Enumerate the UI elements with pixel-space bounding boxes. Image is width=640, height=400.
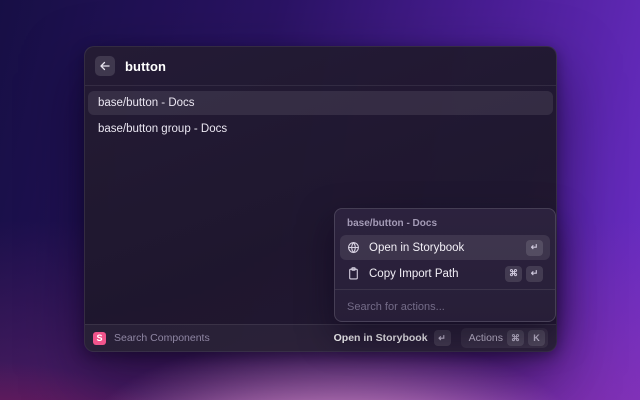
open-in-storybook-label[interactable]: Open in Storybook <box>334 332 428 344</box>
actions-button[interactable]: Actions ⌘ K <box>461 328 548 348</box>
result-row-base-button[interactable]: base/button - Docs <box>88 91 553 115</box>
search-header <box>85 47 556 86</box>
actions-popup-title: base/button - Docs <box>335 209 555 233</box>
search-input[interactable] <box>125 59 546 74</box>
enter-key-badge: ↵ <box>434 330 451 346</box>
cmd-key-badge: ⌘ <box>507 330 524 346</box>
actions-label: Actions <box>469 332 503 344</box>
actions-popup-list: Open in Storybook ↵ Copy Import Path ⌘ ↵ <box>335 233 555 289</box>
result-row-base-button-group[interactable]: base/button group - Docs <box>88 117 553 141</box>
clipboard-icon <box>347 267 360 280</box>
action-copy-import-path[interactable]: Copy Import Path ⌘ ↵ <box>340 261 550 286</box>
actions-search-area <box>335 289 555 324</box>
palette-footer: S Search Components Open in Storybook ↵ … <box>85 324 556 351</box>
globe-icon <box>347 241 360 254</box>
actions-search-input[interactable] <box>347 301 543 313</box>
arrow-left-icon <box>99 60 111 72</box>
cmd-key-badge: ⌘ <box>505 266 522 282</box>
k-key-badge: K <box>528 330 545 346</box>
storybook-logo-icon: S <box>93 332 106 345</box>
footer-actions: Open in Storybook ↵ Actions ⌘ K <box>334 328 548 348</box>
action-key-badges: ⌘ ↵ <box>505 266 543 282</box>
footer-hint-label: Search Components <box>114 332 210 344</box>
results-list: base/button - Docs base/button group - D… <box>85 86 556 148</box>
action-open-in-storybook[interactable]: Open in Storybook ↵ <box>340 235 550 260</box>
back-button[interactable] <box>95 56 115 76</box>
result-label: base/button - Docs <box>98 97 195 109</box>
enter-key-badge: ↵ <box>526 240 543 256</box>
actions-popup: base/button - Docs Open in Storybook ↵ <box>334 208 556 322</box>
result-label: base/button group - Docs <box>98 123 227 135</box>
action-label: Open in Storybook <box>369 242 464 254</box>
action-key-badges: ↵ <box>526 240 543 256</box>
enter-key-badge: ↵ <box>526 266 543 282</box>
action-label: Copy Import Path <box>369 268 458 280</box>
